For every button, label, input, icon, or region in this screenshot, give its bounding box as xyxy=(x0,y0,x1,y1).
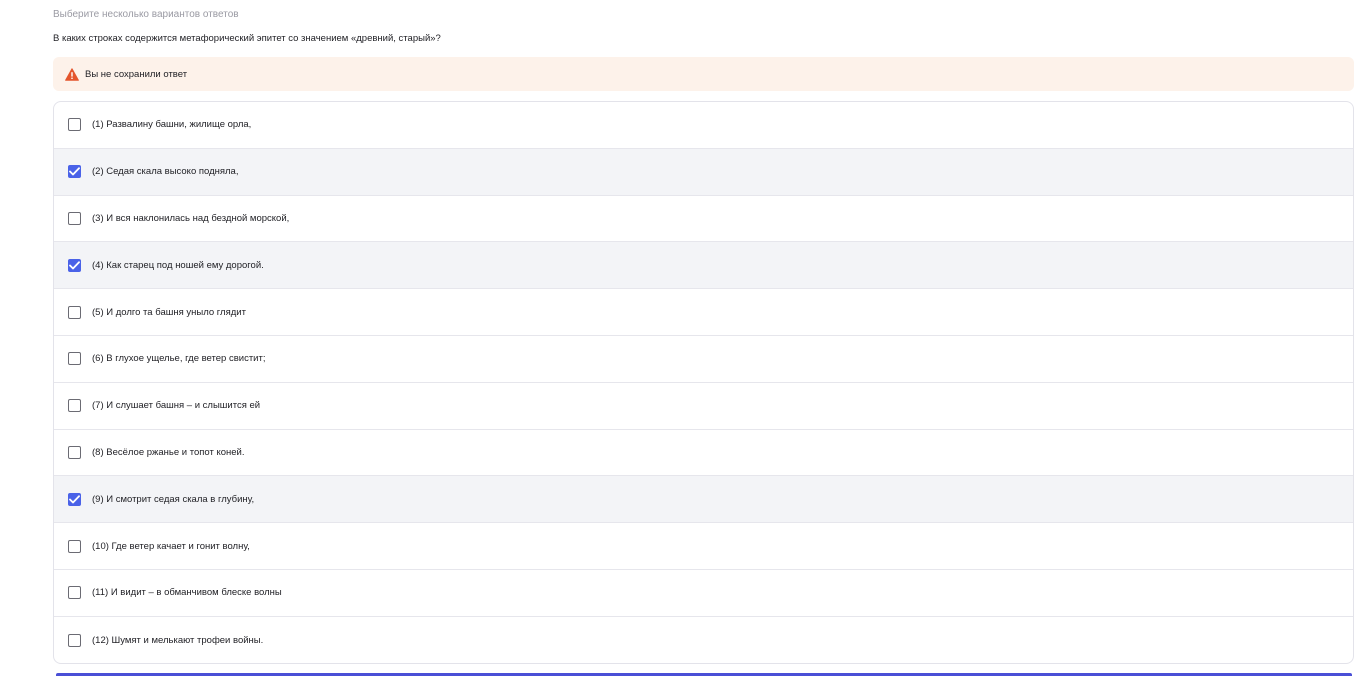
checkbox[interactable] xyxy=(68,165,81,179)
option-item-12[interactable]: (12) Шумят и мелькают трофеи войны. xyxy=(54,617,1353,663)
question-text: В каких строках содержится метафорически… xyxy=(53,33,441,44)
option-label: (8) Весёлое ржанье и топот коней. xyxy=(92,446,245,458)
option-item-1[interactable]: (1) Развалину башни, жилище орла, xyxy=(54,102,1353,149)
option-label: (4) Как старец под ношей ему дорогой. xyxy=(92,259,264,271)
option-label: (3) И вся наклонилась над бездной морско… xyxy=(92,212,290,224)
option-label: (2) Седая скала высоко подняла, xyxy=(92,166,239,178)
option-label: (10) Где ветер качает и гонит волну, xyxy=(92,540,250,552)
option-label: (12) Шумят и мелькают трофеи войны. xyxy=(92,634,264,646)
option-label: (6) В глухое ущелье, где ветер свистит; xyxy=(92,353,266,365)
options-list: (1) Развалину башни, жилище орла, (2) Се… xyxy=(53,101,1354,664)
checkbox[interactable] xyxy=(68,445,81,459)
option-item-6[interactable]: (6) В глухое ущелье, где ветер свистит; xyxy=(54,336,1353,383)
unsaved-warning: Вы не сохранили ответ xyxy=(53,57,1354,91)
option-item-4[interactable]: (4) Как старец под ношей ему дорогой. xyxy=(54,242,1353,290)
checkbox[interactable] xyxy=(68,258,81,272)
option-item-3[interactable]: (3) И вся наклонилась над бездной морско… xyxy=(54,196,1353,243)
option-item-11[interactable]: (11) И видит – в обманчивом блеске волны xyxy=(54,570,1353,617)
checkbox[interactable] xyxy=(68,305,81,319)
option-item-7[interactable]: (7) И слушает башня – и слышится ей xyxy=(54,383,1353,430)
checkbox[interactable] xyxy=(68,492,81,506)
checkbox[interactable] xyxy=(68,539,81,553)
option-label: (7) И слушает башня – и слышится ей xyxy=(92,400,261,412)
checkbox[interactable] xyxy=(68,399,81,413)
option-label: (1) Развалину башни, жилище орла, xyxy=(92,119,252,131)
option-item-8[interactable]: (8) Весёлое ржанье и топот коней. xyxy=(54,430,1353,477)
option-item-9[interactable]: (9) И смотрит седая скала в глубину, xyxy=(54,476,1353,524)
answer-hint: Выберите несколько вариантов ответов xyxy=(53,9,239,20)
question-page: Выберите несколько вариантов ответов В к… xyxy=(0,0,1369,676)
checkbox[interactable] xyxy=(68,352,81,366)
option-label: (5) И долго та башня уныло глядит xyxy=(92,306,246,318)
option-label: (9) И смотрит седая скала в глубину, xyxy=(92,493,255,505)
checkbox[interactable] xyxy=(68,118,81,132)
option-label: (11) И видит – в обманчивом блеске волны xyxy=(92,587,282,599)
checkbox[interactable] xyxy=(68,633,81,647)
checkbox[interactable] xyxy=(68,211,81,225)
option-item-5[interactable]: (5) И долго та башня уныло глядит xyxy=(54,289,1353,336)
checkbox[interactable] xyxy=(68,586,81,600)
option-item-10[interactable]: (10) Где ветер качает и гонит волну, xyxy=(54,523,1353,570)
warning-triangle-icon xyxy=(65,67,79,81)
option-item-2[interactable]: (2) Седая скала высоко подняла, xyxy=(54,148,1353,196)
warning-text: Вы не сохранили ответ xyxy=(85,68,188,80)
